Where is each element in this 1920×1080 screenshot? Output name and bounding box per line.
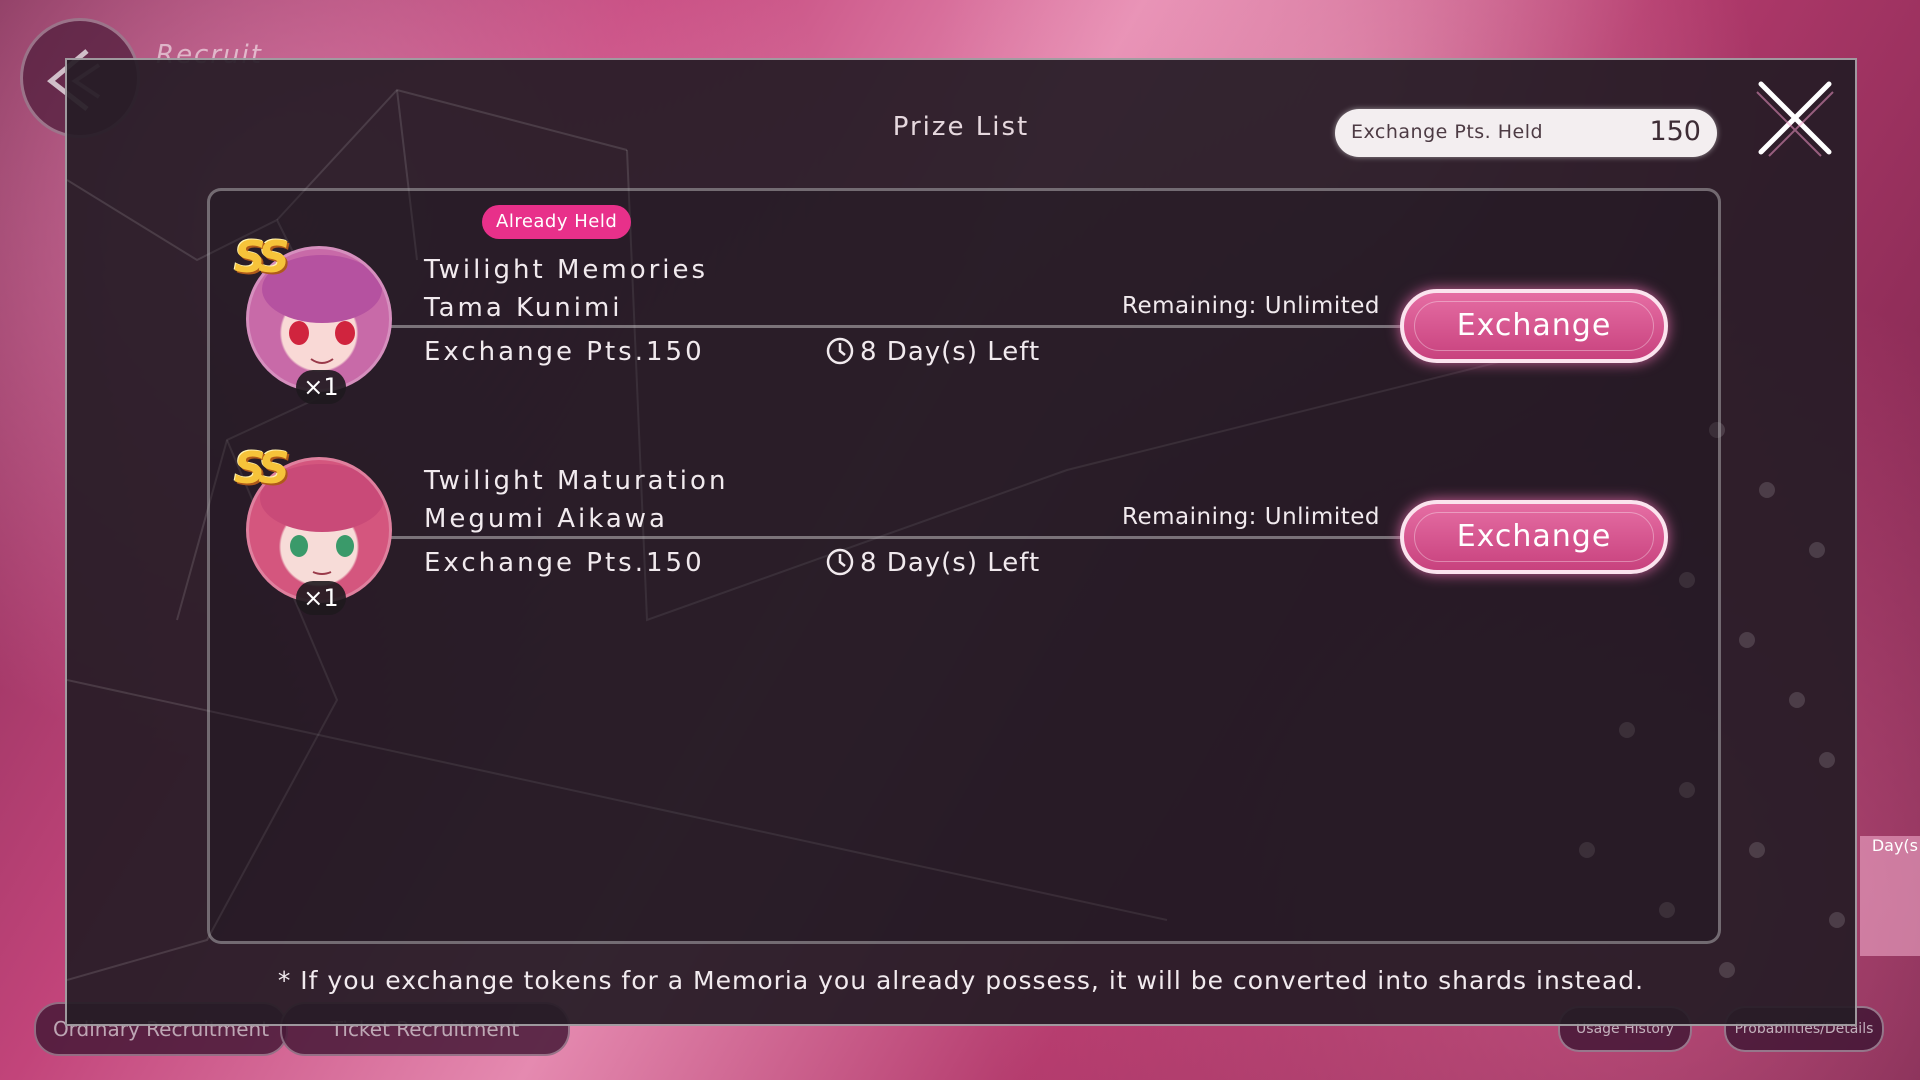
rarity-badge: SS [234, 443, 290, 494]
prize-time-left: 8 Day(s) Left [826, 548, 1040, 578]
next-banner-arrow[interactable]: Day(s [1860, 836, 1920, 956]
clock-icon [826, 337, 854, 365]
prize-character: Tama Kunimi [424, 293, 623, 323]
footer-note: * If you exchange tokens for a Memoria y… [277, 966, 1645, 995]
points-value: 150 [1649, 116, 1701, 147]
points-label: Exchange Pts. Held [1351, 121, 1544, 143]
prize-name: Twilight Maturation [424, 466, 729, 496]
exchange-button[interactable]: Exchange [1400, 289, 1668, 363]
already-held-badge: Already Held [482, 205, 632, 239]
time-left-text: 8 Day(s) Left [860, 337, 1041, 367]
clock-icon [826, 548, 854, 576]
prize-avatar-wrap[interactable]: SS ×1 [234, 232, 396, 404]
exchange-points-display: Exchange Pts. Held 150 [1335, 109, 1717, 157]
prize-time-left: 8 Day(s) Left [826, 337, 1040, 367]
prize-row: SS ×1 Already Held Twilight Memories Tam… [210, 201, 1718, 404]
remaining-count: Remaining: Unlimited [1122, 504, 1380, 530]
side-days-label: Day(s [1871, 836, 1918, 855]
prize-list-modal: Prize List Exchange Pts. Held 150 SS ×1 … [65, 58, 1857, 1026]
prize-cost: Exchange Pts.150 [424, 548, 705, 578]
prize-character: Megumi Aikawa [424, 504, 668, 534]
prize-cost: Exchange Pts.150 [424, 337, 705, 367]
close-button[interactable] [1755, 78, 1835, 158]
row-divider [380, 325, 1408, 328]
rarity-badge: SS [234, 232, 290, 283]
exchange-button[interactable]: Exchange [1400, 500, 1668, 574]
prize-row: SS ×1 Twilight Maturation Megumi Aikawa … [210, 412, 1718, 615]
row-divider [380, 536, 1408, 539]
quantity-badge: ×1 [296, 370, 346, 404]
quantity-badge: ×1 [296, 581, 346, 615]
prize-avatar-wrap[interactable]: SS ×1 [234, 443, 396, 615]
prize-name: Twilight Memories [424, 255, 709, 285]
prize-list: SS ×1 Already Held Twilight Memories Tam… [207, 188, 1721, 944]
remaining-count: Remaining: Unlimited [1122, 293, 1380, 319]
close-icon [1756, 81, 1834, 157]
time-left-text: 8 Day(s) Left [860, 548, 1041, 578]
